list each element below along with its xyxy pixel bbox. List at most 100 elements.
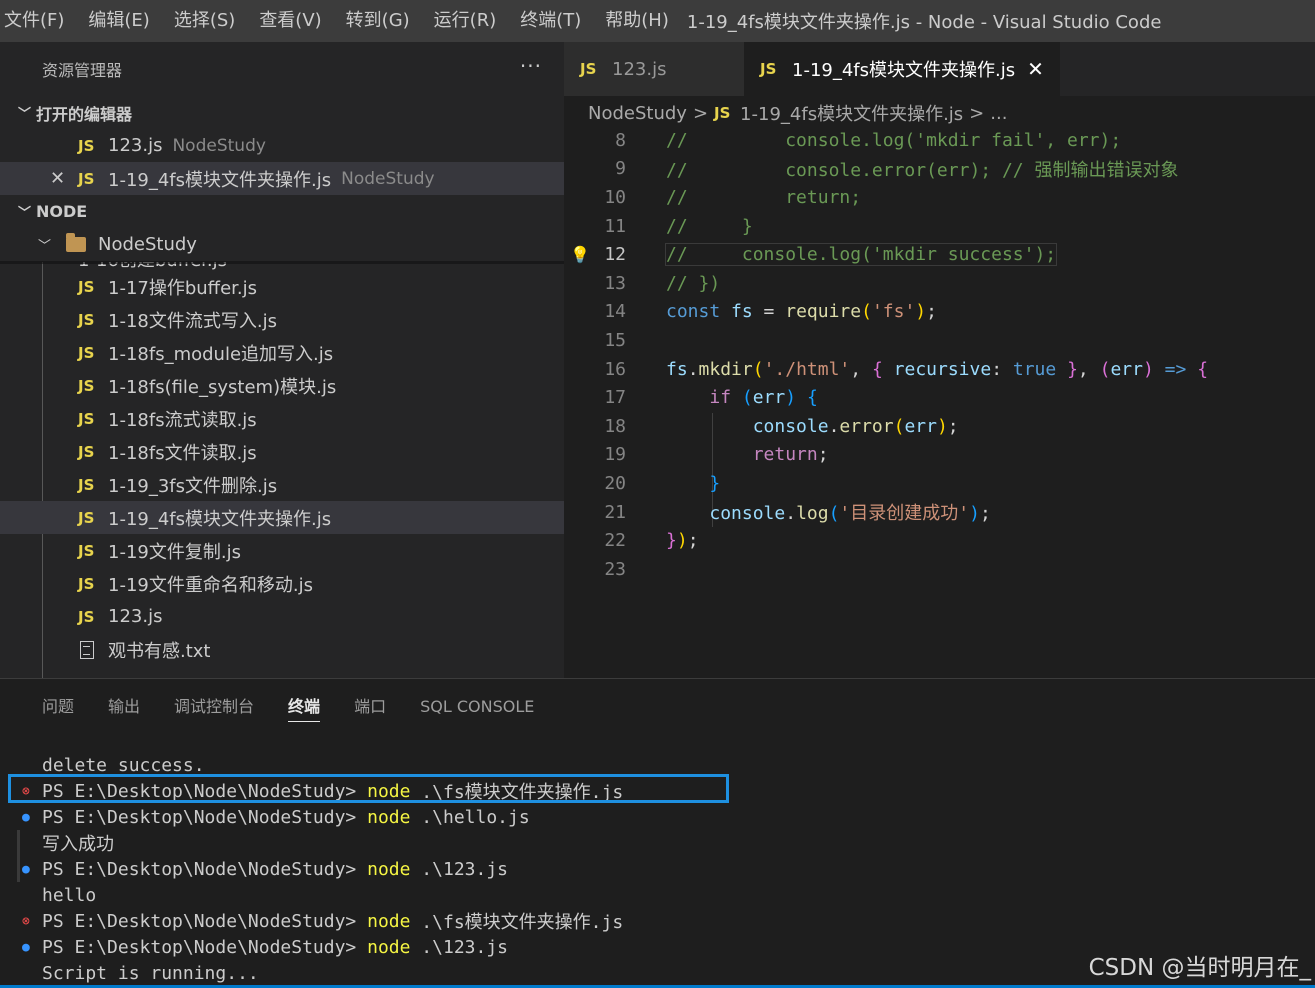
line-number: 15 bbox=[604, 329, 626, 351]
tab-123-js[interactable]: JS 123.js bbox=[564, 42, 744, 96]
folder-name: NodeStudy bbox=[98, 234, 197, 255]
line-number: 14 bbox=[604, 301, 626, 323]
breadcrumb-file[interactable]: 1-19_4fs模块文件夹操作.js bbox=[740, 100, 963, 126]
explorer-header: 资源管理器 ··· bbox=[0, 42, 564, 96]
window-title: 1-19_4fs模块文件夹操作.js - Node - Visual Studi… bbox=[686, 12, 1162, 33]
terminal-output-line: 写入成功 bbox=[42, 834, 114, 855]
file-item[interactable]: JS 1-19_3fs文件删除.js bbox=[0, 468, 564, 501]
tab-terminal[interactable]: 终端 bbox=[288, 692, 321, 722]
tab-debug-console[interactable]: 调试控制台 bbox=[174, 692, 254, 722]
open-editors-section[interactable]: ﹀ 打开的编辑器 bbox=[0, 96, 564, 129]
file-item[interactable]: JS 1-18fs_module追加写入.js bbox=[0, 336, 564, 369]
code-line: // console.log('mkdir fail', err); bbox=[666, 129, 1122, 151]
more-actions-icon[interactable]: ··· bbox=[520, 54, 542, 78]
file-item[interactable]: JS 1-19文件重命名和移动.js bbox=[0, 567, 564, 600]
success-decoration-icon[interactable]: ● bbox=[22, 940, 30, 955]
code-line: fs.mkdir('./html', { recursive: true }, … bbox=[666, 358, 1209, 380]
terminal-command-line: ⊗ PS E:\Desktop\Node\NodeStudy> node .\fs… bbox=[22, 910, 624, 934]
line-number: 8 bbox=[615, 129, 626, 151]
file-name: 1-18fs文件读取.js bbox=[108, 442, 257, 464]
tab-label: 123.js bbox=[612, 58, 667, 80]
tab-problems[interactable]: 问题 bbox=[42, 692, 74, 722]
js-file-icon: JS bbox=[78, 607, 95, 626]
js-file-icon: JS bbox=[78, 136, 95, 155]
file-name: 1-19_4fs模块文件夹操作.js bbox=[108, 508, 332, 530]
file-item[interactable]: 观书有感.txt bbox=[0, 633, 564, 666]
js-file-icon: JS bbox=[760, 60, 777, 78]
breadcrumb-folder[interactable]: NodeStudy bbox=[588, 103, 687, 124]
open-editor-item[interactable]: JS 123.js NodeStudy bbox=[0, 129, 564, 162]
line-number: 19 bbox=[604, 444, 626, 466]
watermark: CSDN @当时明月在_ bbox=[1088, 955, 1311, 981]
file-item[interactable]: JS 1-17操作buffer.js bbox=[0, 270, 564, 303]
editor-area: JS 123.js JS 1-19_4fs模块文件夹操作.js ✕ NodeSt… bbox=[564, 42, 1315, 678]
folder-nodestudy[interactable]: ﹀ NodeStudy bbox=[0, 228, 564, 261]
code-view[interactable]: 8 // console.log('mkdir fail', err); 9 // … bbox=[564, 126, 1315, 584]
open-editor-name: 123.js bbox=[108, 135, 163, 156]
file-item[interactable]: JS 1-18fs流式读取.js bbox=[0, 402, 564, 435]
line-number: 23 bbox=[604, 558, 626, 580]
file-item-selected[interactable]: JS 1-19_4fs模块文件夹操作.js bbox=[0, 501, 564, 534]
menu-selection[interactable]: 选择(S) bbox=[162, 0, 247, 42]
menu-go[interactable]: 转到(G) bbox=[334, 0, 422, 42]
code-line: console.error(err); bbox=[752, 415, 959, 437]
chevron-down-icon: ﹀ bbox=[18, 206, 32, 221]
js-file-icon: JS bbox=[78, 343, 95, 362]
menu-view[interactable]: 查看(V) bbox=[247, 0, 333, 42]
open-editor-item-active[interactable]: ✕ JS 1-19_4fs模块文件夹操作.js NodeStudy bbox=[0, 162, 564, 195]
code-line-current: // console.log('mkdir success'); bbox=[664, 243, 1058, 267]
menu-edit[interactable]: 编辑(E) bbox=[76, 0, 161, 42]
code-line: if (err) { bbox=[709, 387, 818, 409]
tab-active-file[interactable]: JS 1-19_4fs模块文件夹操作.js ✕ bbox=[744, 42, 1061, 96]
js-file-icon: JS bbox=[78, 409, 95, 428]
line-number: 17 bbox=[604, 387, 626, 409]
menu-run[interactable]: 运行(R) bbox=[422, 0, 509, 42]
tab-label: 1-19_4fs模块文件夹操作.js bbox=[792, 60, 1016, 81]
js-file-icon: JS bbox=[580, 60, 597, 78]
tab-ports[interactable]: 端口 bbox=[354, 692, 386, 722]
file-item[interactable]: JS 1-19文件复制.js bbox=[0, 534, 564, 567]
open-editor-folder: NodeStudy bbox=[172, 135, 266, 156]
menu-help[interactable]: 帮助(H) bbox=[593, 0, 681, 42]
file-item[interactable]: JS 123.js bbox=[0, 600, 564, 633]
editor-tabs: JS 123.js JS 1-19_4fs模块文件夹操作.js ✕ bbox=[564, 42, 1315, 96]
lightbulb-icon[interactable]: 💡 bbox=[570, 245, 590, 264]
file-item[interactable]: JS 1-18fs文件读取.js bbox=[0, 435, 564, 468]
file-item[interactable]: JS 1-18文件流式写入.js bbox=[0, 303, 564, 336]
menu-file[interactable]: 文件(F) bbox=[0, 0, 76, 42]
code-line: } bbox=[709, 472, 721, 494]
file-name: 1-17操作buffer.js bbox=[108, 277, 258, 299]
success-decoration-icon[interactable]: ● bbox=[22, 810, 30, 825]
open-editors-label: 打开的编辑器 bbox=[36, 104, 133, 124]
breadcrumb-symbol[interactable]: ... bbox=[990, 103, 1007, 124]
js-file-icon: JS bbox=[78, 508, 95, 527]
chevron-down-icon: ﹀ bbox=[38, 239, 52, 254]
explorer-sidebar: 资源管理器 ··· ﹀ 打开的编辑器 JS 123.js NodeStudy ✕… bbox=[0, 42, 564, 678]
open-editor-folder: NodeStudy bbox=[341, 168, 435, 189]
success-decoration-icon[interactable]: ● bbox=[22, 862, 30, 877]
close-icon[interactable]: ✕ bbox=[1027, 57, 1044, 81]
close-icon[interactable]: ✕ bbox=[50, 168, 65, 189]
file-name: 1-19文件重命名和移动.js bbox=[108, 574, 313, 596]
error-decoration-icon[interactable]: ⊗ bbox=[22, 914, 30, 929]
line-number: 22 bbox=[604, 530, 626, 552]
sticky-scroll-shadow bbox=[0, 261, 564, 264]
file-name: 1-18fs流式读取.js bbox=[108, 409, 257, 431]
tab-output[interactable]: 输出 bbox=[108, 692, 140, 722]
menu-terminal[interactable]: 终端(T) bbox=[508, 0, 593, 42]
line-number: 10 bbox=[604, 186, 626, 208]
file-name: 1-18fs(file_system)模块.js bbox=[108, 376, 337, 398]
code-line: // }) bbox=[666, 272, 721, 294]
file-name: 1-18文件流式写入.js bbox=[108, 310, 277, 332]
breadcrumb: NodeStudy > JS 1-19_4fs模块文件夹操作.js > ... bbox=[564, 96, 1315, 130]
tab-sql-console[interactable]: SQL CONSOLE bbox=[420, 692, 534, 722]
code-line: // } bbox=[666, 215, 753, 237]
file-tree: 1-16创建buffer.js JS1-17操作buffer.js JS1-18… bbox=[0, 262, 564, 678]
text-file-icon bbox=[80, 640, 94, 659]
file-name: 1-18fs_module追加写入.js bbox=[108, 343, 334, 365]
terminal-command-line: ● PS E:\Desktop\Node\NodeStudy> node .\he… bbox=[22, 806, 530, 828]
js-file-icon: JS bbox=[714, 104, 731, 122]
file-item[interactable]: JS 1-18fs(file_system)模块.js bbox=[0, 369, 564, 402]
node-section[interactable]: ﹀ NODE bbox=[0, 195, 564, 228]
terminal-command-line: ● PS E:\Desktop\Node\NodeStudy> node .\12… bbox=[22, 858, 509, 880]
